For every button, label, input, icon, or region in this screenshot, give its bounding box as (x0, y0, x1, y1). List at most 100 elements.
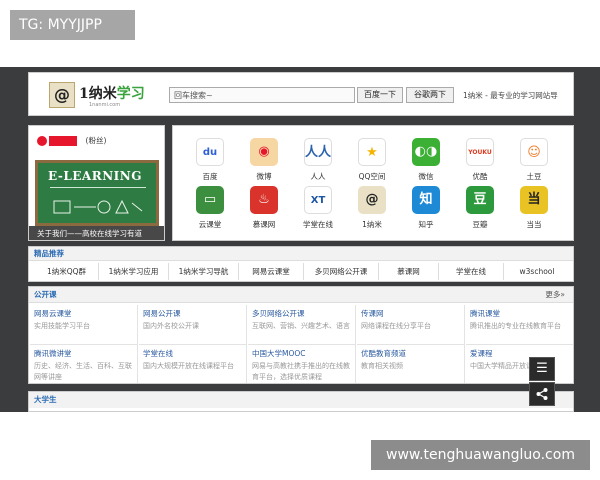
app-link[interactable]: 当当当 (509, 186, 559, 236)
zhihu-icon: 知 (412, 186, 440, 214)
course-link[interactable]: 腾讯微讲堂历史、经济、生活、百科、互联网等讲座 (30, 345, 138, 383)
course-link[interactable]: 多贝网络公开课 互联网、营销、兴趣艺术、语言 (248, 305, 356, 345)
chalk-doodle-icon (53, 199, 143, 214)
search-input[interactable]: 回车搜索~ (169, 87, 355, 103)
app-link[interactable]: ♨ 慕课网 (239, 186, 289, 236)
dangdang-icon: 当 (520, 186, 548, 214)
recommend-link[interactable]: 1纳米学习导航 (169, 263, 239, 280)
share-button[interactable] (529, 382, 555, 406)
app-link[interactable]: YOUKU 优酷 (455, 138, 505, 188)
course-name: 多贝网络公开课 (252, 309, 305, 318)
recommend-panel: 精品推荐 1纳米QQ群 1纳米学习应用 1纳米学习导航 网易云课堂 多贝网络公开课 慕课网… (28, 246, 574, 282)
app-link[interactable]: 豆豆瓣 (455, 186, 505, 236)
app-link[interactable]: ★ QQ空间 (347, 138, 397, 188)
recommend-link[interactable]: 1纳米QQ群 (35, 263, 99, 280)
course-link[interactable]: 网易云课堂实用技能学习平台 (30, 305, 138, 345)
course-description: 网易与高教社携手推出的在线教育平台，选择优质课程 (252, 362, 350, 381)
open-course-title: 公开课 (34, 290, 57, 299)
course-description: 实用技能学习平台 (34, 322, 90, 330)
course-name: 腾讯课堂 (470, 309, 500, 318)
telegram-badge: TG: MYYJJPP (10, 10, 135, 40)
course-link[interactable]: 网易公开课 国内外名校公开课 (139, 305, 247, 345)
recommend-link[interactable]: 多贝网络公开课 (304, 263, 379, 280)
app-link[interactable]: XT 学堂在线 (293, 186, 343, 236)
course-name: 优酷教育频道 (361, 349, 406, 358)
weibo-follow[interactable]: (粉丝) (37, 135, 106, 147)
app-label: 土豆 (526, 172, 542, 181)
course-description: 历史、经济、生活、百科、互联网等讲座 (34, 362, 132, 381)
recommend-link[interactable]: w3school (504, 263, 570, 280)
imooc-icon: ♨ (250, 186, 278, 214)
course-description: 腾讯推出的专业在线教育平台 (470, 322, 561, 330)
app-label: 人人 (310, 172, 326, 181)
site-header: @ 1纳米学习 1nanmi.com 回车搜索~ 百度一下 谷歌两下 1纳米 -… (28, 72, 574, 116)
course-link[interactable]: 学堂在线国内大规模开放在线课程平台 (139, 345, 247, 383)
list-menu-button[interactable]: ☰ (529, 357, 555, 381)
qzone-icon: ★ (358, 138, 386, 166)
wechat-icon: ◐◑ (412, 138, 440, 166)
app-label: 当当 (526, 220, 542, 229)
1nanmi-icon: @ (358, 186, 386, 214)
banner-caption[interactable]: 关于我们——高校在线学习有道 (29, 226, 164, 240)
logo-text: 1纳米学习 (79, 83, 145, 103)
course-description: 国内大规模开放在线课程平台 (143, 362, 234, 370)
google-search-button[interactable]: 谷歌两下 (406, 87, 454, 103)
baidu-icon: du (196, 138, 224, 166)
chalkboard-image[interactable]: E-LEARNING (35, 160, 159, 226)
course-link[interactable]: 爱课程 中国大学精品开放课程 (466, 345, 573, 383)
recommend-link[interactable]: 1纳米学习应用 (99, 263, 169, 280)
course-link[interactable]: 中国大学MOOC 网易与高教社携手推出的在线教育平台，选择优质课程 (248, 345, 356, 383)
course-name: 学堂在线 (143, 349, 173, 358)
course-name: 网易云课堂 (34, 309, 72, 318)
app-label: 云课堂 (198, 220, 222, 229)
weibo-icon (37, 135, 47, 146)
site-logo[interactable]: @ 1纳米学习 1nanmi.com (49, 79, 145, 111)
app-link[interactable]: ▭ 云课堂 (185, 186, 235, 236)
site-watermark: www.tenghuawangluo.com (371, 440, 590, 470)
app-link[interactable]: ◐◑ 微信 (401, 138, 451, 188)
app-label: 优酷 (472, 172, 488, 181)
app-link[interactable]: @1纳米 (347, 186, 397, 236)
app-links-panel: du 百度 ◉ 微博 人人 人人 ★ QQ空间 ◐◑ 微信 YOUKU 优酷 ☺ 土豆 ▭ 云课堂 ♨ 慕课网 XT… (172, 125, 574, 241)
app-label: 豆瓣 (472, 220, 488, 229)
app-link[interactable]: du 百度 (185, 138, 235, 188)
xuetangx-icon: XT (304, 186, 332, 214)
douban-icon: 豆 (466, 186, 494, 214)
follow-button[interactable] (49, 135, 77, 146)
course-name: 网易公开课 (143, 309, 181, 318)
app-label: 学堂在线 (303, 220, 333, 229)
app-link[interactable]: 人人 人人 (293, 138, 343, 188)
app-label: 百度 (202, 172, 218, 181)
app-label: 微信 (418, 172, 434, 181)
recommend-link[interactable]: 慕课网 (379, 263, 439, 280)
recommend-title: 精品推荐 (29, 247, 573, 261)
course-name: 腾讯微讲堂 (34, 349, 72, 358)
tudou-icon: ☺ (520, 138, 548, 166)
renren-icon: 人人 (304, 138, 332, 166)
course-description: 教育相关视频 (361, 362, 403, 370)
course-link[interactable]: 优酷教育频道 教育相关视频 (357, 345, 465, 383)
logo-at-icon: @ (49, 82, 75, 108)
site-slogan: 1纳米 - 最专业的学习网站导 (463, 91, 558, 100)
course-link[interactable]: 传课网 网络课程在线分享平台 (357, 305, 465, 345)
open-course-more-link[interactable]: 更多» (545, 287, 565, 303)
course-description: 网络课程在线分享平台 (361, 322, 431, 330)
logo-domain: 1nanmi.com (89, 102, 121, 108)
course-link[interactable]: 腾讯课堂腾讯推出的专业在线教育平台 (466, 305, 573, 345)
recommend-link[interactable]: 网易云课堂 (239, 263, 304, 280)
course-name: 中国大学MOOC (252, 349, 306, 358)
banner-panel: (粉丝) E-LEARNING 关于我们——高校在线学习有道 (28, 125, 165, 241)
recommend-link[interactable]: 学堂在线 (439, 263, 504, 280)
app-label: QQ空间 (358, 172, 386, 181)
college-panel: 大学生 (28, 391, 574, 412)
share-icon (536, 388, 548, 400)
baidu-search-button[interactable]: 百度一下 (357, 87, 403, 103)
app-link[interactable]: ☺ 土豆 (509, 138, 559, 188)
app-label: 慕课网 (252, 220, 276, 229)
college-title: 大学生 (29, 392, 573, 408)
board-title: E-LEARNING (48, 169, 143, 183)
app-link[interactable]: 知知乎 (401, 186, 451, 236)
open-course-panel: 公开课 更多» 网易云课堂 实用技能学习平台 网易公开课 国内外名校公开课 多贝网络公开… (28, 286, 574, 384)
weibo-icon: ◉ (250, 138, 278, 166)
app-link[interactable]: ◉ 微博 (239, 138, 289, 188)
